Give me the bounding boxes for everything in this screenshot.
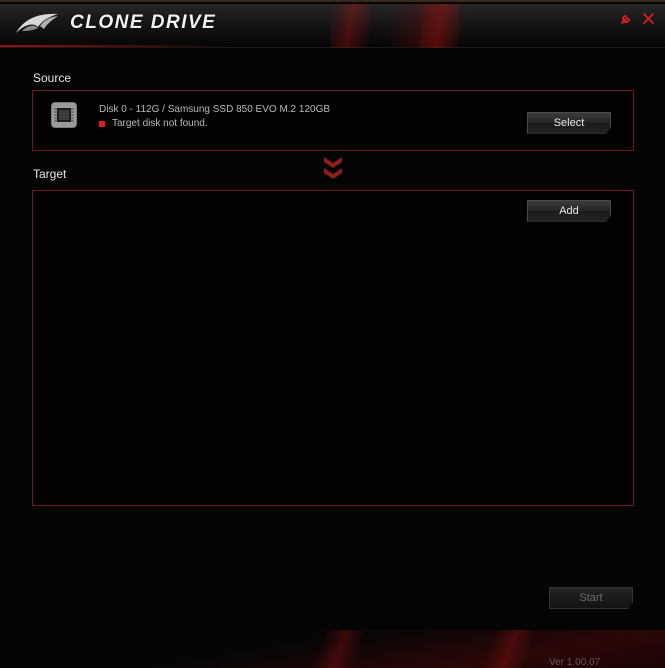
select-button[interactable]: Select <box>527 112 611 134</box>
clone-drive-window: CLONE DRIVE Source Disk 0 - 112G / Samsu… <box>0 0 665 668</box>
target-label: Target <box>33 167 67 181</box>
source-panel: Disk 0 - 112G / Samsung SSD 850 EVO M.2 … <box>32 90 634 151</box>
source-label: Source <box>33 71 72 85</box>
app-title: CLONE DRIVE <box>70 12 217 33</box>
wrench-icon <box>620 14 630 24</box>
version-label: Ver 1.00.07 <box>549 657 601 668</box>
close-icon <box>642 12 654 24</box>
ssd-disk-icon <box>51 102 77 128</box>
title-bar[interactable]: CLONE DRIVE <box>0 4 665 48</box>
error-status-icon <box>99 120 105 127</box>
footer-decoration-stripe <box>300 630 370 668</box>
source-disk-name: Disk 0 - 112G / Samsung SSD 850 EVO M.2 … <box>99 104 331 115</box>
add-target-button[interactable]: Add <box>527 200 611 222</box>
source-status-text: Target disk not found. <box>112 118 208 129</box>
rog-logo-icon <box>16 13 58 33</box>
title-bar-decoration <box>420 4 460 48</box>
settings-button[interactable] <box>618 10 634 26</box>
start-button[interactable]: Start <box>549 587 633 609</box>
footer-decoration-stripe <box>470 630 540 668</box>
source-status: Target disk not found. <box>99 118 208 129</box>
target-panel: Add <box>32 190 634 506</box>
title-bar-accent-line <box>0 45 230 47</box>
title-bar-decoration <box>330 4 370 48</box>
close-button[interactable] <box>640 10 656 26</box>
chevron-down-icon <box>324 157 342 179</box>
